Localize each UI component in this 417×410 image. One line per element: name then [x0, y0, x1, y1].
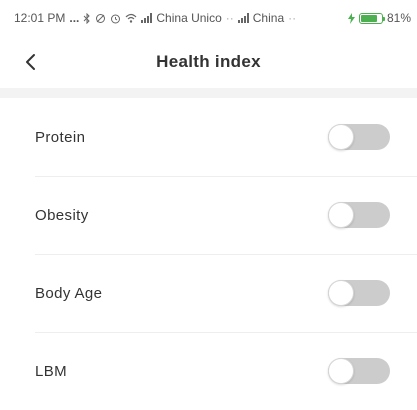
chevron-left-icon [26, 54, 35, 70]
setting-row-body-age: Body Age [0, 254, 417, 332]
battery-percent: 81% [386, 11, 411, 25]
back-button[interactable] [16, 48, 44, 76]
status-time: 12:01 PM [14, 11, 66, 25]
setting-label: Protein [35, 128, 86, 146]
status-right: 81% [347, 11, 411, 25]
setting-row-obesity: Obesity [0, 176, 417, 254]
header-bar: Health index [0, 36, 417, 88]
signal-icon [141, 13, 153, 23]
mute-icon [95, 13, 106, 24]
carrier-1-dots-icon: ·· [225, 11, 234, 25]
battery-icon [358, 12, 385, 24]
obesity-toggle[interactable] [328, 202, 390, 228]
toggle-knob [328, 202, 354, 228]
lbm-toggle[interactable] [328, 358, 390, 384]
carrier-2: China [252, 11, 285, 25]
toggle-knob [328, 358, 354, 384]
setting-label: LBM [35, 362, 68, 380]
setting-label: Obesity [35, 206, 89, 224]
carrier-2-dots-icon: ·· [288, 11, 297, 25]
status-left: 12:01 PM ... China Unico ·· China ·· [14, 11, 296, 25]
alarm-icon [110, 13, 121, 24]
bluetooth-icon [83, 12, 91, 24]
protein-toggle[interactable] [328, 124, 390, 150]
notification-dots: ... [69, 11, 80, 25]
setting-row-protein: Protein [0, 98, 417, 176]
status-bar: 12:01 PM ... China Unico ·· China ·· 81% [0, 0, 417, 36]
setting-row-lbm: LBM [0, 332, 417, 410]
settings-list: Protein Obesity Body Age LBM [0, 98, 417, 410]
wifi-icon [125, 13, 137, 23]
carrier-1: China Unico [156, 11, 222, 25]
page-title: Health index [156, 52, 261, 71]
setting-label: Body Age [35, 284, 103, 302]
body-age-toggle[interactable] [328, 280, 390, 306]
signal-icon-2 [237, 13, 249, 23]
toggle-knob [328, 124, 354, 150]
section-divider [0, 88, 417, 98]
battery-level [360, 14, 378, 22]
charging-icon [347, 12, 355, 24]
toggle-knob [328, 280, 354, 306]
